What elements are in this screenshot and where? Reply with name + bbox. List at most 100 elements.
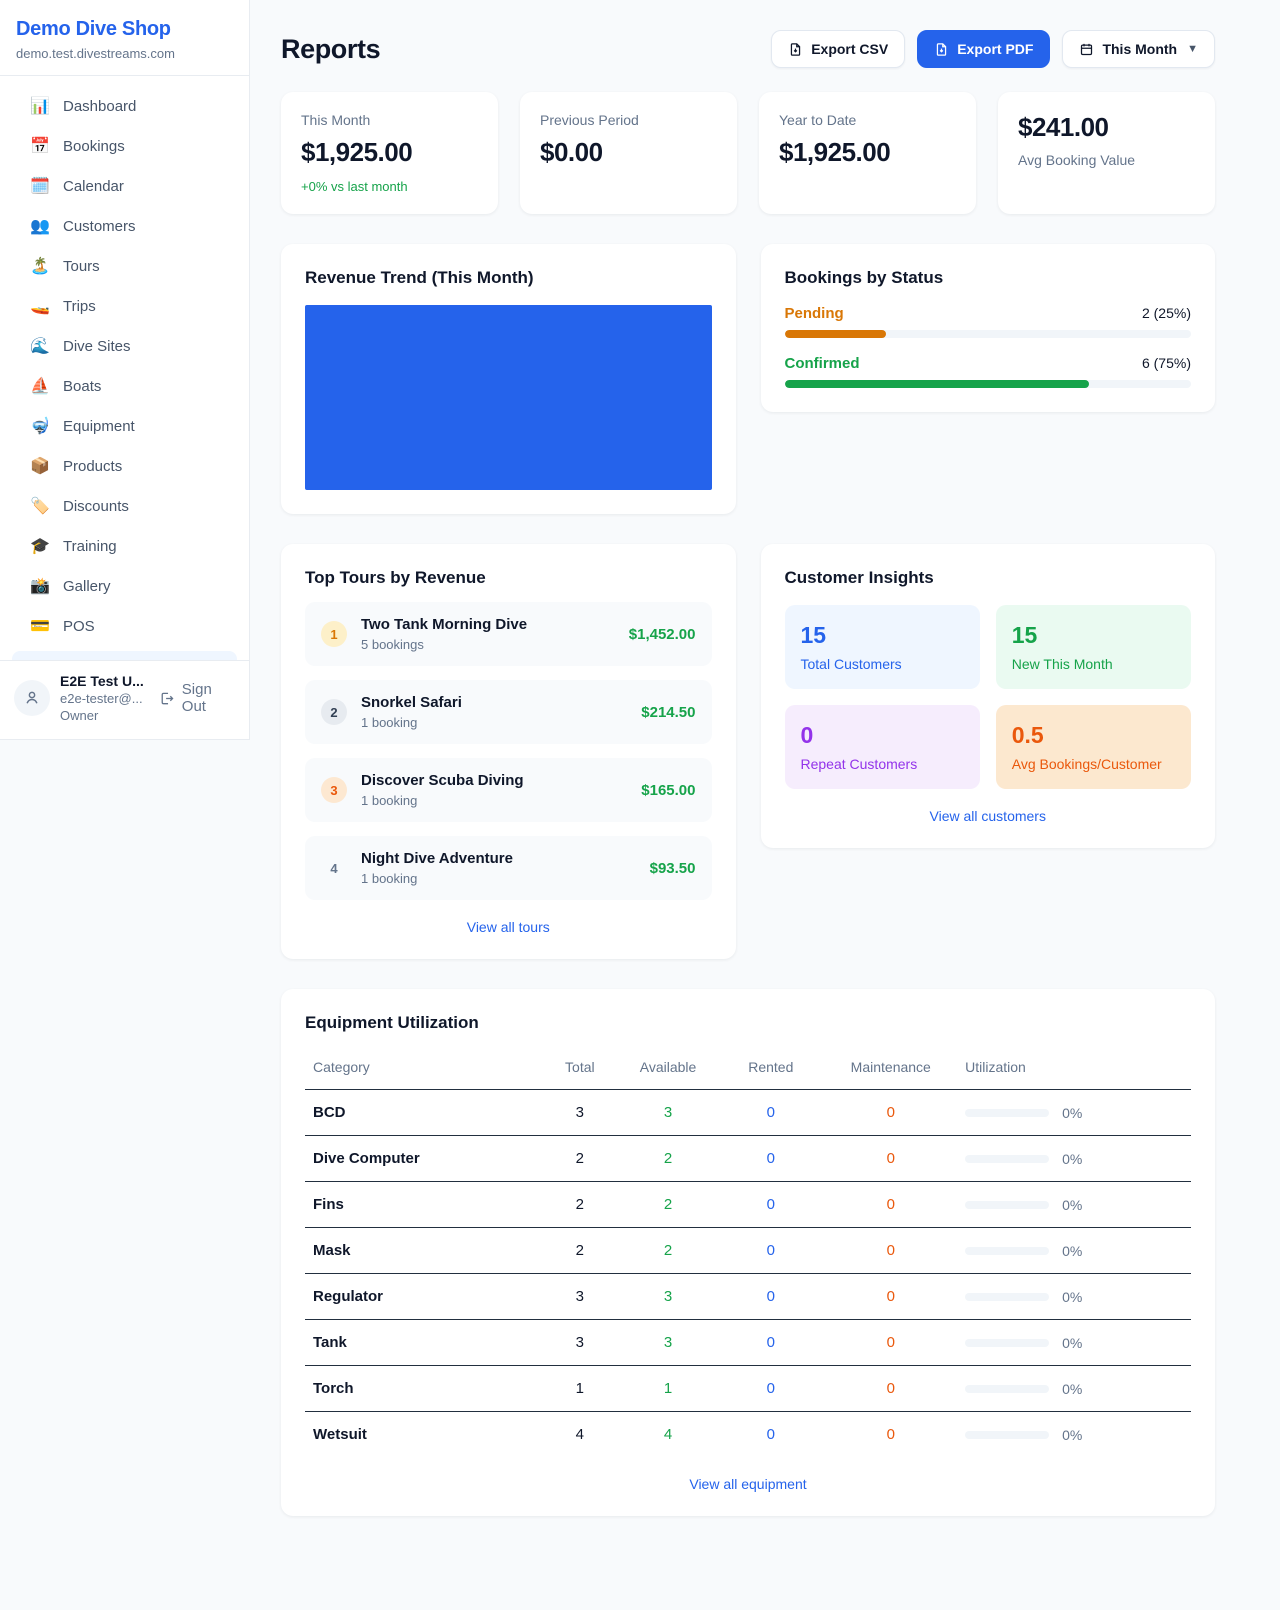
dashboard-icon: 📊 (30, 96, 50, 116)
insight-label: Repeat Customers (801, 756, 964, 772)
cell-category: BCD (305, 1090, 541, 1136)
cell-category: Torch (305, 1366, 541, 1412)
progress-track (785, 330, 1192, 338)
tour-amount: $165.00 (641, 782, 695, 799)
equipment-utilization-title: Equipment Utilization (305, 1013, 1191, 1033)
table-row: Tank 3 3 0 0 0% (305, 1320, 1191, 1366)
cell-available: 3 (619, 1274, 717, 1320)
cell-rented: 0 (717, 1366, 824, 1412)
cell-category: Wetsuit (305, 1412, 541, 1458)
sidebar-item-label: Discounts (63, 498, 129, 515)
sidebar-item-gallery[interactable]: 📸Gallery (0, 566, 249, 606)
cell-available: 3 (619, 1090, 717, 1136)
sidebar-item-bookings[interactable]: 📅Bookings (0, 126, 249, 166)
sidebar-item-trips[interactable]: 🚤Trips (0, 286, 249, 326)
col-header-available: Available (619, 1051, 717, 1090)
stat-value: $1,925.00 (301, 137, 478, 168)
stat-card-year-to-date: Year to Date $1,925.00 (759, 92, 976, 214)
sidebar-item-label: Customers (63, 218, 136, 235)
cell-available: 4 (619, 1412, 717, 1458)
status-value: 6 (75%) (1142, 355, 1191, 371)
cell-available: 2 (619, 1228, 717, 1274)
insight-repeat-customers: 0 Repeat Customers (785, 705, 980, 789)
insight-value: 15 (801, 622, 964, 649)
cell-maintenance: 0 (824, 1136, 957, 1182)
people-icon: 👥 (30, 216, 50, 236)
user-role: Owner (60, 708, 159, 723)
stats-row: This Month $1,925.00 +0% vs last month P… (281, 92, 1215, 214)
sidebar-item-customers[interactable]: 👥 Customers (0, 206, 249, 246)
utilization-bar (965, 1385, 1049, 1393)
table-row: Fins 2 2 0 0 0% (305, 1182, 1191, 1228)
sidebar-item-products[interactable]: 📦Products (0, 446, 249, 486)
sidebar-item-discounts[interactable]: 🏷️ Discounts (0, 486, 249, 526)
cell-rented: 0 (717, 1182, 824, 1228)
utilization-pct: 0% (1062, 1289, 1082, 1305)
sidebar-item-dive-sites[interactable]: 🌊 Dive Sites (0, 326, 249, 366)
utilization-bar (965, 1155, 1049, 1163)
export-csv-button[interactable]: Export CSV (771, 30, 905, 68)
tour-amount: $93.50 (650, 860, 696, 877)
progress-fill (785, 380, 1090, 388)
wave-icon: 🌊 (30, 336, 50, 356)
package-icon: 📦 (30, 456, 50, 476)
tour-name: Discover Scuba Diving (361, 772, 524, 789)
stat-card-avg-booking-value: $241.00 Avg Booking Value (998, 92, 1215, 214)
cell-maintenance: 0 (824, 1090, 957, 1136)
sidebar-item-pos[interactable]: 💳POS (0, 606, 249, 646)
sidebar-item-label: Trips (63, 298, 96, 315)
bookings-by-status-title: Bookings by Status (785, 268, 1192, 288)
view-all-customers-link[interactable]: View all customers (785, 808, 1192, 824)
sidebar-item-label: Boats (63, 378, 101, 395)
credit-card-icon: 💳 (30, 616, 50, 636)
view-all-tours-link[interactable]: View all tours (305, 919, 712, 935)
rank-badge: 2 (321, 699, 347, 725)
sidebar-item-tours[interactable]: 🏝️Tours (0, 246, 249, 286)
sidebar-item-training[interactable]: 🎓Training (0, 526, 249, 566)
cell-rented: 0 (717, 1136, 824, 1182)
calendar-icon: 🗓️ (30, 176, 50, 196)
cell-maintenance: 0 (824, 1274, 957, 1320)
cell-total: 4 (541, 1412, 619, 1458)
revenue-trend-title: Revenue Trend (This Month) (305, 268, 712, 288)
sidebar-item-label: Gallery (63, 578, 111, 595)
export-pdf-label: Export PDF (957, 41, 1033, 57)
status-label: Confirmed (785, 355, 860, 372)
insight-new-this-month: 15 New This Month (996, 605, 1191, 689)
diving-mask-icon: 🤿 (30, 416, 50, 436)
cell-rented: 0 (717, 1320, 824, 1366)
status-value: 2 (25%) (1142, 305, 1191, 321)
sidebar-item-boats[interactable]: ⛵Boats (0, 366, 249, 406)
tour-row: 1 Two Tank Morning Dive5 bookings $1,452… (305, 602, 712, 666)
col-header-utilization: Utilization (957, 1051, 1191, 1090)
utilization-pct: 0% (1062, 1243, 1082, 1259)
utilization-bar (965, 1109, 1049, 1117)
period-dropdown[interactable]: This Month ▼ (1062, 30, 1215, 68)
calendar-icon (1079, 42, 1094, 57)
sign-out-button[interactable]: Sign Out (159, 681, 235, 715)
tour-bookings: 1 booking (361, 715, 462, 730)
sidebar-item-reports-partial[interactable] (12, 651, 237, 660)
sidebar-user-footer: E2E Test U... e2e-tester@... Owner Sign … (0, 660, 249, 739)
table-row: Regulator 3 3 0 0 0% (305, 1274, 1191, 1320)
cell-rented: 0 (717, 1274, 824, 1320)
sidebar-item-dashboard[interactable]: 📊Dashboard (0, 86, 249, 126)
cell-rented: 0 (717, 1228, 824, 1274)
tour-row: 4 Night Dive Adventure1 booking $93.50 (305, 836, 712, 900)
cell-maintenance: 0 (824, 1320, 957, 1366)
sidebar-nav: 📊Dashboard 📅Bookings 🗓️Calendar 👥 Custome… (0, 76, 249, 660)
tour-row: 2 Snorkel Safari1 booking $214.50 (305, 680, 712, 744)
rank-badge: 3 (321, 777, 347, 803)
cell-available: 1 (619, 1366, 717, 1412)
tour-amount: $1,452.00 (629, 626, 696, 643)
view-all-equipment-link[interactable]: View all equipment (305, 1476, 1191, 1492)
bookings-by-status-card: Bookings by Status Pending 2 (25%) Confi… (761, 244, 1216, 412)
stat-delta: +0% vs last month (301, 179, 478, 194)
cell-maintenance: 0 (824, 1228, 957, 1274)
tag-icon: 🏷️ (30, 496, 50, 516)
equipment-table: Category Total Available Rented Maintena… (305, 1051, 1191, 1457)
sidebar-item-equipment[interactable]: 🤿Equipment (0, 406, 249, 446)
sidebar-item-label: Dive Sites (63, 338, 131, 355)
sidebar-item-calendar[interactable]: 🗓️Calendar (0, 166, 249, 206)
export-pdf-button[interactable]: Export PDF (917, 30, 1050, 68)
